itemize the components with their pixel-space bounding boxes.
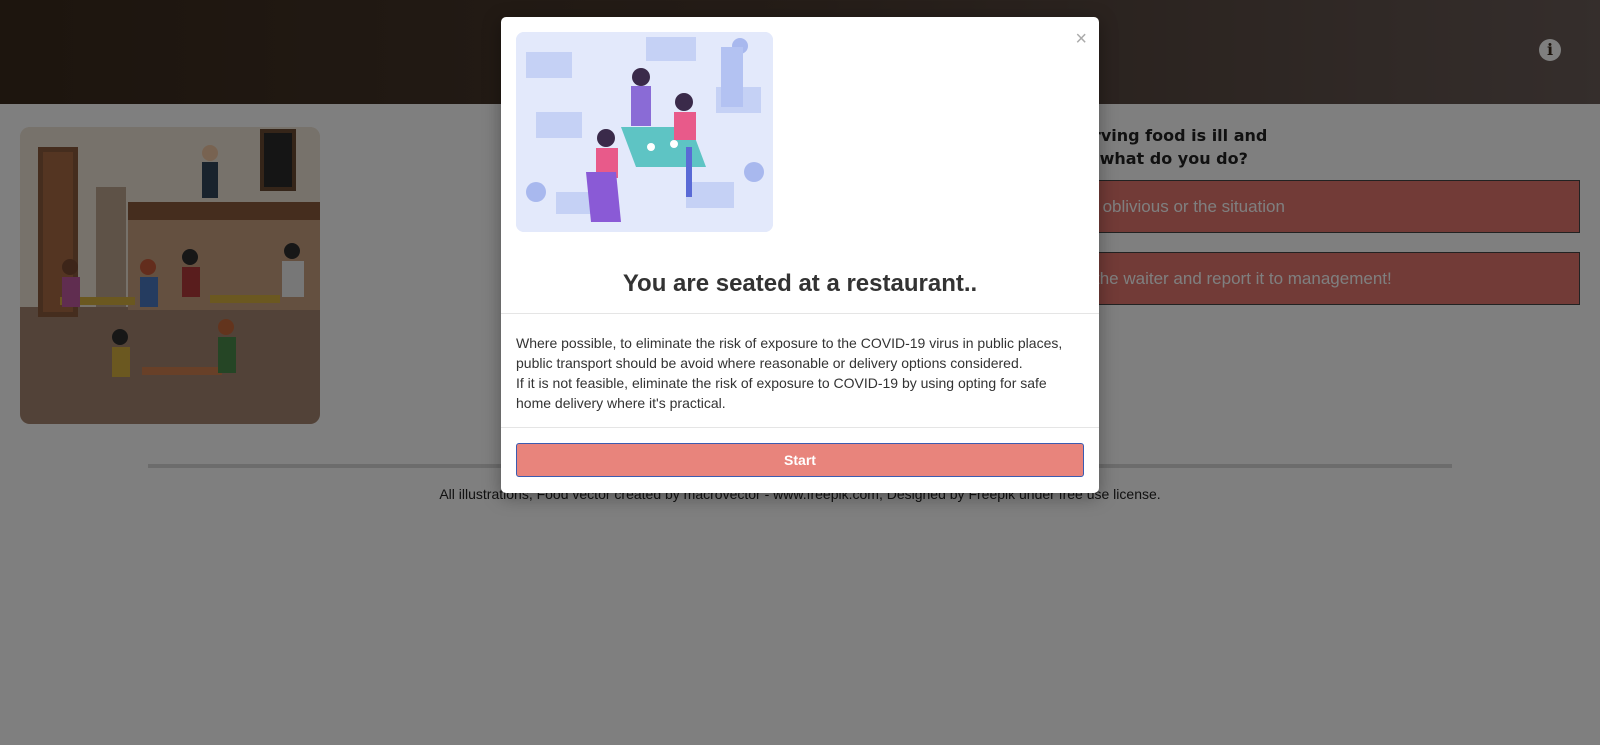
modal-header-divider: [501, 313, 1099, 314]
body-line: Where possible, to eliminate the risk of…: [516, 335, 1063, 351]
modal-footer-divider: [501, 427, 1099, 428]
modal-body-text: Where possible, to eliminate the risk of…: [516, 333, 1084, 413]
body-line: home delivery where it's practical.: [516, 395, 726, 411]
scenario-modal: × You are seated at a restaurant.. Where…: [501, 17, 1099, 493]
body-line: public transport should be avoid where r…: [516, 355, 1023, 371]
modal-title: You are seated at a restaurant..: [622, 270, 978, 297]
close-icon[interactable]: ×: [1075, 29, 1087, 49]
body-line: If it is not feasible, eliminate the ris…: [516, 375, 1047, 391]
restaurant-table-illustration: [516, 32, 773, 232]
start-button[interactable]: Start: [516, 443, 1084, 477]
